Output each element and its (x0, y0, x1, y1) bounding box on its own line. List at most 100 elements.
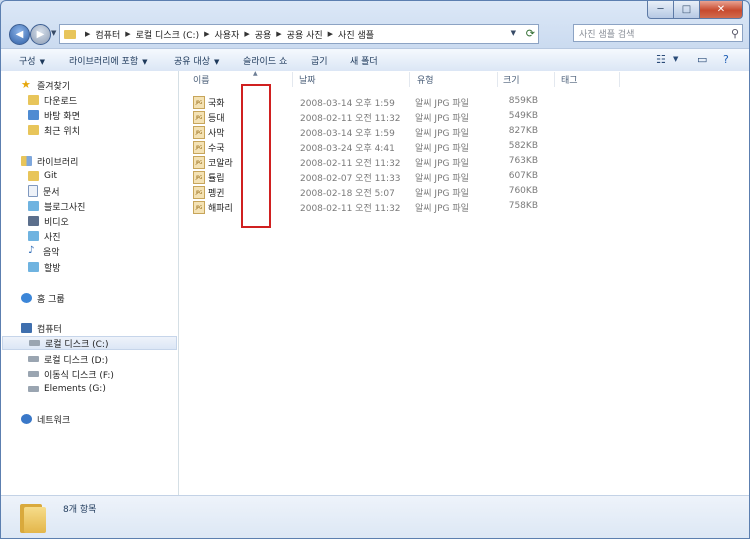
search-box[interactable]: 사진 샘플 검색 ⚲ (573, 24, 743, 42)
chevron-right-icon[interactable]: ▶ (125, 30, 130, 38)
recent-pages-dropdown[interactable]: ▼ (51, 29, 56, 37)
arrow-right-icon: ▶ (36, 29, 45, 40)
nav-item-documents[interactable]: 문서 (28, 184, 60, 198)
chevron-right-icon[interactable]: ▶ (276, 30, 281, 38)
sort-ascending-icon: ▲ (253, 70, 258, 77)
folder-icon (20, 502, 46, 533)
removable-drive-icon (28, 371, 39, 377)
nav-item-videos[interactable]: 비디오 (28, 214, 69, 228)
library-folder-icon (28, 171, 39, 181)
column-divider[interactable] (409, 72, 410, 87)
breadcrumb-item-users[interactable]: 사용자 (214, 28, 239, 41)
column-divider[interactable] (554, 72, 555, 87)
include-library-button[interactable]: 라이브러리에 포함 ▼ (69, 54, 148, 67)
column-header-tags[interactable]: 태그 (561, 73, 578, 87)
nav-item-pictures[interactable]: 사진 (28, 229, 61, 243)
preview-pane-icon[interactable]: ▭ (697, 53, 707, 66)
column-divider[interactable] (497, 72, 498, 87)
help-icon[interactable]: ? (723, 53, 729, 66)
organize-button[interactable]: 구성 ▼ (19, 54, 45, 67)
nav-item-halbang[interactable]: 할방 (28, 260, 61, 274)
homegroup-icon (21, 293, 32, 303)
address-bar[interactable]: ▶ 컴퓨터 ▶ 로컬 디스크 (C:) ▶ 사용자 ▶ 공용 ▶ 공용 사진 ▶… (59, 24, 539, 44)
nav-item-removable-disk-f[interactable]: 이동식 디스크 (F:) (28, 367, 114, 381)
breadcrumb-item-sample-pictures[interactable]: 사진 샘플 (338, 28, 374, 41)
libraries-icon (21, 156, 32, 166)
breadcrumb: ▶ 컴퓨터 ▶ 로컬 디스크 (C:) ▶ 사용자 ▶ 공용 ▶ 공용 사진 ▶… (80, 28, 374, 41)
nav-item-local-disk-d[interactable]: 로컬 디스크 (D:) (28, 352, 108, 366)
annotation-highlight-box (241, 84, 271, 228)
nav-item-recent-places[interactable]: 최근 위치 (28, 123, 80, 137)
address-row: ◀ ▶ ▼ ▶ 컴퓨터 ▶ 로컬 디스크 (C:) ▶ 사용자 ▶ 공용 ▶ 공… (7, 23, 743, 45)
search-placeholder: 사진 샘플 검색 (579, 29, 635, 40)
command-bar: 구성 ▼ 라이브러리에 포함 ▼ 공유 대상 ▼ 슬라이드 쇼 굽기 새 폴더 ☷ ▼… (1, 48, 749, 72)
details-pane: 8개 항목 (1, 495, 749, 538)
column-header-name[interactable]: 이름 ▲ (193, 70, 258, 87)
column-divider[interactable] (619, 72, 620, 87)
nav-item-blog-photos[interactable]: 블로그사진 (28, 199, 85, 213)
new-folder-button[interactable]: 새 폴더 (350, 54, 378, 67)
address-history-dropdown[interactable]: ▼ (511, 29, 516, 37)
navigation-pane: ★ 즐겨찾기 다운로드 바탕 화면 최근 위치 라이브러리 Git 문서 블로그… (1, 71, 179, 495)
nav-item-music[interactable]: ♪ 음악 (28, 244, 60, 258)
nav-item-git[interactable]: Git (28, 169, 57, 183)
computer-icon (21, 323, 32, 333)
music-note-icon: ♪ (28, 245, 35, 256)
nav-item-local-disk-c[interactable]: 로컬 디스크 (C:) (2, 336, 177, 350)
desktop-icon (28, 110, 39, 120)
minimize-button[interactable]: ─ (647, 1, 674, 19)
folder-icon (64, 29, 76, 39)
dropdown-arrow-icon: ▼ (142, 58, 148, 66)
nav-network[interactable]: 네트워크 (21, 412, 70, 426)
breadcrumb-item-public-pictures[interactable]: 공용 사진 (287, 28, 323, 41)
documents-icon (28, 185, 38, 197)
drive-icon (28, 356, 39, 362)
item-count: 8개 항목 (63, 505, 97, 515)
library-folder-icon (28, 201, 39, 211)
share-with-button[interactable]: 공유 대상 ▼ (174, 54, 219, 67)
main-area: ★ 즐겨찾기 다운로드 바탕 화면 최근 위치 라이브러리 Git 문서 블로그… (1, 70, 749, 495)
burn-button[interactable]: 굽기 (311, 54, 328, 67)
chevron-right-icon[interactable]: ▶ (85, 30, 90, 38)
view-options-icon[interactable]: ☷ (656, 53, 666, 66)
nav-item-downloads[interactable]: 다운로드 (28, 93, 77, 107)
network-icon (21, 414, 32, 424)
caption-buttons: ─ □ ✕ (647, 1, 743, 19)
search-icon[interactable]: ⚲ (731, 27, 739, 40)
nav-item-desktop[interactable]: 바탕 화면 (28, 108, 80, 122)
drive-icon (28, 386, 39, 392)
chevron-right-icon[interactable]: ▶ (244, 30, 249, 38)
recent-places-icon (28, 125, 39, 135)
view-dropdown-arrow-icon[interactable]: ▼ (673, 55, 678, 63)
library-folder-icon (28, 262, 39, 272)
chevron-right-icon[interactable]: ▶ (328, 30, 333, 38)
nav-favorites[interactable]: ★ 즐겨찾기 (21, 78, 70, 92)
column-header-type[interactable]: 유형 (417, 73, 434, 87)
nav-computer[interactable]: 컴퓨터 (21, 321, 62, 335)
chevron-right-icon[interactable]: ▶ (204, 30, 209, 38)
nav-libraries[interactable]: 라이브러리 (21, 154, 78, 168)
video-icon (28, 216, 39, 226)
dropdown-arrow-icon: ▼ (213, 58, 220, 66)
windows-drive-icon (29, 340, 40, 346)
downloads-folder-icon (28, 95, 39, 105)
breadcrumb-item-local-disk-c[interactable]: 로컬 디스크 (C:) (136, 28, 199, 41)
refresh-icon[interactable]: ⟳ (526, 27, 535, 40)
forward-button[interactable]: ▶ (30, 24, 51, 45)
maximize-button[interactable]: □ (674, 1, 700, 19)
back-button[interactable]: ◀ (9, 24, 30, 45)
column-header-size[interactable]: 크기 (503, 73, 520, 87)
explorer-window: ─ □ ✕ ◀ ▶ ▼ ▶ 컴퓨터 ▶ 로컬 디스크 (C:) ▶ 사용자 ▶ … (0, 0, 750, 539)
column-divider[interactable] (292, 72, 293, 87)
nav-homegroup[interactable]: 홈 그룹 (21, 291, 65, 305)
slideshow-button[interactable]: 슬라이드 쇼 (243, 54, 287, 67)
column-header-date[interactable]: 날짜 (299, 73, 316, 87)
arrow-left-icon: ◀ (15, 29, 24, 40)
nav-item-elements-g[interactable]: Elements (G:) (28, 382, 106, 396)
close-button[interactable]: ✕ (700, 1, 743, 19)
pictures-icon (28, 231, 39, 241)
dropdown-arrow-icon: ▼ (39, 58, 45, 66)
star-icon: ★ (21, 78, 31, 91)
breadcrumb-item-public[interactable]: 공용 (255, 28, 272, 41)
breadcrumb-item-computer[interactable]: 컴퓨터 (95, 28, 120, 41)
